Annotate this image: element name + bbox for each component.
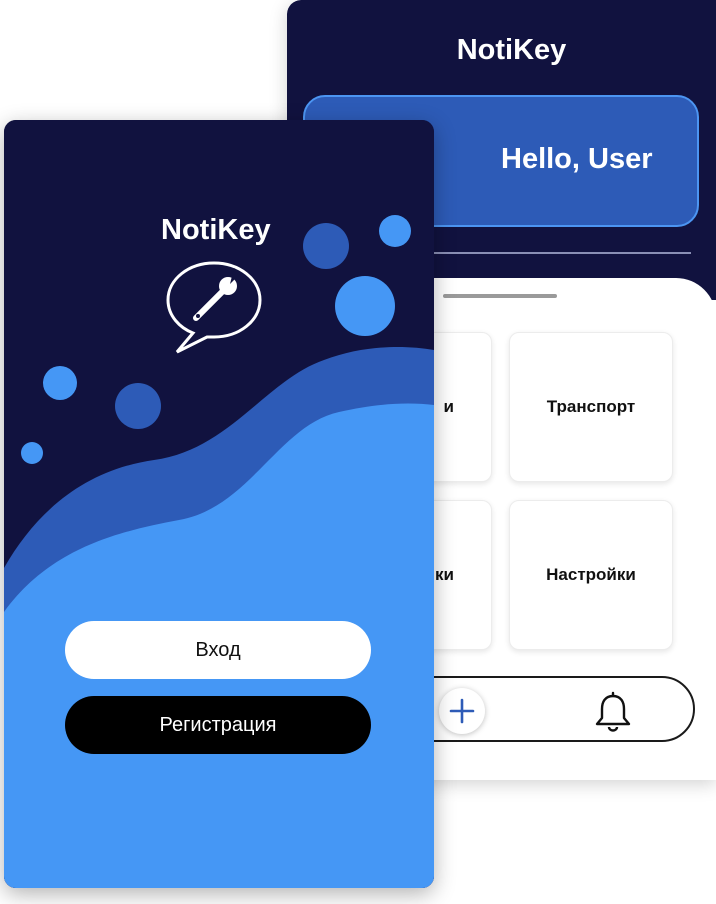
- tile-settings[interactable]: Настройки: [509, 500, 673, 650]
- app-title: NotiKey: [456, 34, 567, 66]
- app-title: NotiKey: [161, 214, 271, 246]
- decor-circle: [303, 223, 349, 269]
- chat-wrench-icon: [166, 261, 262, 354]
- tile-label: ки: [435, 565, 454, 584]
- greeting-text: Hello, User: [501, 143, 653, 175]
- notifications-button[interactable]: [591, 689, 635, 733]
- login-screen: NotiKey Вход Регистрация: [4, 120, 434, 888]
- bell-icon: [595, 691, 631, 732]
- decor-circle: [43, 366, 77, 400]
- tile-transport[interactable]: Транспорт: [509, 332, 673, 482]
- plus-icon: [449, 698, 475, 724]
- drag-handle[interactable]: [443, 294, 557, 298]
- tile-label: и: [443, 397, 454, 416]
- decor-circle: [379, 215, 411, 247]
- register-button[interactable]: Регистрация: [65, 696, 371, 754]
- add-button[interactable]: [439, 688, 485, 734]
- decor-circle: [21, 442, 43, 464]
- tile-label: Настройки: [546, 565, 636, 584]
- decor-circle: [115, 383, 161, 429]
- tile-label: Транспорт: [546, 397, 636, 416]
- login-button[interactable]: Вход: [65, 621, 371, 679]
- decor-circle: [335, 276, 395, 336]
